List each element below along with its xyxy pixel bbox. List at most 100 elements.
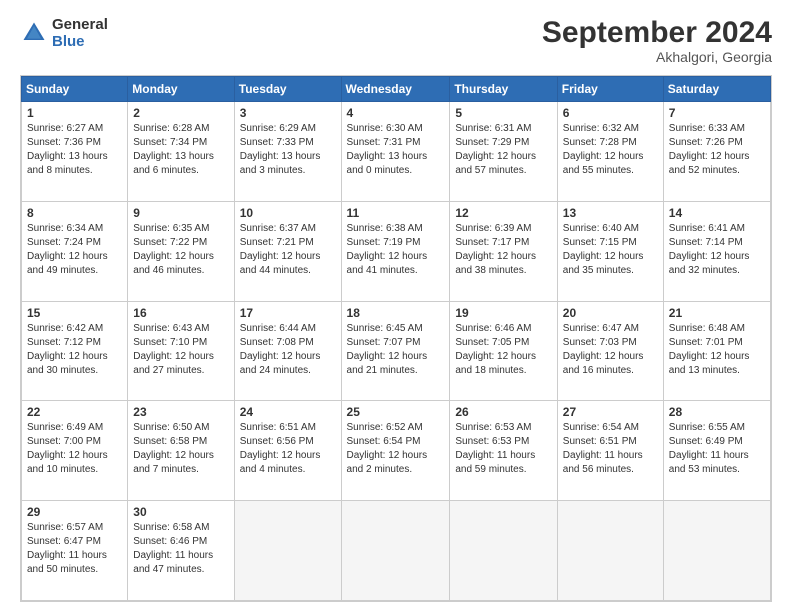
day-number: 21 bbox=[669, 306, 765, 320]
day-info: Sunrise: 6:47 AMSunset: 7:03 PMDaylight:… bbox=[563, 322, 658, 378]
location-subtitle: Akhalgori, Georgia bbox=[542, 49, 772, 65]
table-row bbox=[450, 501, 557, 601]
day-info: Sunrise: 6:40 AMSunset: 7:15 PMDaylight:… bbox=[563, 222, 658, 278]
table-row: 21Sunrise: 6:48 AMSunset: 7:01 PMDayligh… bbox=[663, 301, 770, 401]
day-number: 23 bbox=[133, 405, 228, 419]
day-info: Sunrise: 6:41 AMSunset: 7:14 PMDaylight:… bbox=[669, 222, 765, 278]
table-row bbox=[557, 501, 663, 601]
table-row: 27 Sunrise: 6:54 AMSunset: 6:51 PMDayligh… bbox=[557, 401, 663, 501]
day-number: 27 bbox=[563, 405, 658, 419]
day-info: Sunrise: 6:31 AMSunset: 7:29 PMDaylight:… bbox=[455, 122, 551, 178]
table-row: 14 Sunrise: 6:41 AMSunset: 7:14 PMDayligh… bbox=[663, 201, 770, 301]
calendar-week-row: 8 Sunrise: 6:34 AMSunset: 7:24 PMDaylight… bbox=[22, 201, 771, 301]
day-number: 25 bbox=[347, 405, 445, 419]
col-thursday: Thursday bbox=[450, 77, 557, 102]
col-monday: Monday bbox=[128, 77, 234, 102]
day-number: 28 bbox=[669, 405, 765, 419]
table-row: 11Sunrise: 6:38 AMSunset: 7:19 PMDayligh… bbox=[341, 201, 450, 301]
table-row: 22 Sunrise: 6:49 AMSunset: 7:00 PMDayligh… bbox=[22, 401, 128, 501]
calendar-body: 1 Sunrise: 6:27 AMSunset: 7:36 PMDaylight… bbox=[22, 102, 771, 601]
day-info: Sunrise: 6:30 AMSunset: 7:31 PMDaylight:… bbox=[347, 122, 445, 178]
day-info: Sunrise: 6:50 AMSunset: 6:58 PMDaylight:… bbox=[133, 421, 228, 477]
calendar: Sunday Monday Tuesday Wednesday Thursday… bbox=[20, 75, 772, 602]
table-row: 29Sunrise: 6:57 AMSunset: 6:47 PMDayligh… bbox=[22, 501, 128, 601]
col-tuesday: Tuesday bbox=[234, 77, 341, 102]
table-row: 19 Sunrise: 6:46 AMSunset: 7:05 PMDayligh… bbox=[450, 301, 557, 401]
day-number: 22 bbox=[27, 405, 122, 419]
table-row bbox=[341, 501, 450, 601]
day-number: 13 bbox=[563, 206, 658, 220]
day-info: Sunrise: 6:45 AMSunset: 7:07 PMDaylight:… bbox=[347, 322, 445, 378]
table-row: 23 Sunrise: 6:50 AMSunset: 6:58 PMDayligh… bbox=[128, 401, 234, 501]
table-row: 7Sunrise: 6:33 AMSunset: 7:26 PMDaylight… bbox=[663, 102, 770, 202]
day-number: 4 bbox=[347, 106, 445, 120]
day-info: Sunrise: 6:38 AMSunset: 7:19 PMDaylight:… bbox=[347, 222, 445, 278]
table-row: 8 Sunrise: 6:34 AMSunset: 7:24 PMDaylight… bbox=[22, 201, 128, 301]
day-number: 2 bbox=[133, 106, 228, 120]
day-number: 12 bbox=[455, 206, 551, 220]
calendar-header: Sunday Monday Tuesday Wednesday Thursday… bbox=[22, 77, 771, 102]
day-number: 26 bbox=[455, 405, 551, 419]
day-number: 16 bbox=[133, 306, 228, 320]
day-number: 15 bbox=[27, 306, 122, 320]
title-block: September 2024 Akhalgori, Georgia bbox=[542, 16, 772, 65]
table-row: 15 Sunrise: 6:42 AMSunset: 7:12 PMDayligh… bbox=[22, 301, 128, 401]
day-info: Sunrise: 6:51 AMSunset: 6:56 PMDaylight:… bbox=[240, 421, 336, 477]
day-number: 5 bbox=[455, 106, 551, 120]
day-info: Sunrise: 6:37 AMSunset: 7:21 PMDaylight:… bbox=[240, 222, 336, 278]
month-title: September 2024 bbox=[542, 16, 772, 49]
table-row: 18 Sunrise: 6:45 AMSunset: 7:07 PMDayligh… bbox=[341, 301, 450, 401]
table-row: 12 Sunrise: 6:39 AMSunset: 7:17 PMDayligh… bbox=[450, 201, 557, 301]
day-number: 29 bbox=[27, 505, 122, 519]
table-row: 20Sunrise: 6:47 AMSunset: 7:03 PMDayligh… bbox=[557, 301, 663, 401]
table-row: 9 Sunrise: 6:35 AMSunset: 7:22 PMDaylight… bbox=[128, 201, 234, 301]
day-info: Sunrise: 6:49 AMSunset: 7:00 PMDaylight:… bbox=[27, 421, 122, 477]
table-row: 13 Sunrise: 6:40 AMSunset: 7:15 PMDayligh… bbox=[557, 201, 663, 301]
day-number: 19 bbox=[455, 306, 551, 320]
table-row: 4 Sunrise: 6:30 AMSunset: 7:31 PMDaylight… bbox=[341, 102, 450, 202]
day-number: 24 bbox=[240, 405, 336, 419]
day-info: Sunrise: 6:39 AMSunset: 7:17 PMDaylight:… bbox=[455, 222, 551, 278]
table-row: 1 Sunrise: 6:27 AMSunset: 7:36 PMDaylight… bbox=[22, 102, 128, 202]
logo-icon bbox=[20, 19, 48, 47]
calendar-week-row: 15 Sunrise: 6:42 AMSunset: 7:12 PMDayligh… bbox=[22, 301, 771, 401]
day-number: 8 bbox=[27, 206, 122, 220]
day-info: Sunrise: 6:42 AMSunset: 7:12 PMDaylight:… bbox=[27, 322, 122, 378]
day-number: 30 bbox=[133, 505, 228, 519]
day-info: Sunrise: 6:33 AMSunset: 7:26 PMDaylight:… bbox=[669, 122, 765, 178]
day-number: 6 bbox=[563, 106, 658, 120]
day-info: Sunrise: 6:58 AMSunset: 6:46 PMDaylight:… bbox=[133, 521, 228, 577]
day-number: 10 bbox=[240, 206, 336, 220]
table-row: 3Sunrise: 6:29 AMSunset: 7:33 PMDaylight… bbox=[234, 102, 341, 202]
day-info: Sunrise: 6:53 AMSunset: 6:53 PMDaylight:… bbox=[455, 421, 551, 477]
day-number: 18 bbox=[347, 306, 445, 320]
col-saturday: Saturday bbox=[663, 77, 770, 102]
day-number: 9 bbox=[133, 206, 228, 220]
day-number: 3 bbox=[240, 106, 336, 120]
calendar-week-row: 1 Sunrise: 6:27 AMSunset: 7:36 PMDaylight… bbox=[22, 102, 771, 202]
table-row: 26 Sunrise: 6:53 AMSunset: 6:53 PMDayligh… bbox=[450, 401, 557, 501]
day-info: Sunrise: 6:54 AMSunset: 6:51 PMDaylight:… bbox=[563, 421, 658, 477]
day-number: 1 bbox=[27, 106, 122, 120]
day-info: Sunrise: 6:28 AMSunset: 7:34 PMDaylight:… bbox=[133, 122, 228, 178]
col-wednesday: Wednesday bbox=[341, 77, 450, 102]
day-info: Sunrise: 6:46 AMSunset: 7:05 PMDaylight:… bbox=[455, 322, 551, 378]
day-info: Sunrise: 6:35 AMSunset: 7:22 PMDaylight:… bbox=[133, 222, 228, 278]
table-row: 25Sunrise: 6:52 AMSunset: 6:54 PMDayligh… bbox=[341, 401, 450, 501]
table-row: 6 Sunrise: 6:32 AMSunset: 7:28 PMDaylight… bbox=[557, 102, 663, 202]
table-row bbox=[663, 501, 770, 601]
day-info: Sunrise: 6:44 AMSunset: 7:08 PMDaylight:… bbox=[240, 322, 336, 378]
header-row: Sunday Monday Tuesday Wednesday Thursday… bbox=[22, 77, 771, 102]
table-row: 30 Sunrise: 6:58 AMSunset: 6:46 PMDayligh… bbox=[128, 501, 234, 601]
table-row: 10 Sunrise: 6:37 AMSunset: 7:21 PMDayligh… bbox=[234, 201, 341, 301]
col-sunday: Sunday bbox=[22, 77, 128, 102]
day-info: Sunrise: 6:27 AMSunset: 7:36 PMDaylight:… bbox=[27, 122, 122, 178]
table-row: 17 Sunrise: 6:44 AMSunset: 7:08 PMDayligh… bbox=[234, 301, 341, 401]
day-number: 17 bbox=[240, 306, 336, 320]
day-info: Sunrise: 6:34 AMSunset: 7:24 PMDaylight:… bbox=[27, 222, 122, 278]
table-row: 5 Sunrise: 6:31 AMSunset: 7:29 PMDaylight… bbox=[450, 102, 557, 202]
table-row: 28Sunrise: 6:55 AMSunset: 6:49 PMDayligh… bbox=[663, 401, 770, 501]
header: General Blue September 2024 Akhalgori, G… bbox=[20, 16, 772, 65]
day-info: Sunrise: 6:32 AMSunset: 7:28 PMDaylight:… bbox=[563, 122, 658, 178]
day-number: 14 bbox=[669, 206, 765, 220]
